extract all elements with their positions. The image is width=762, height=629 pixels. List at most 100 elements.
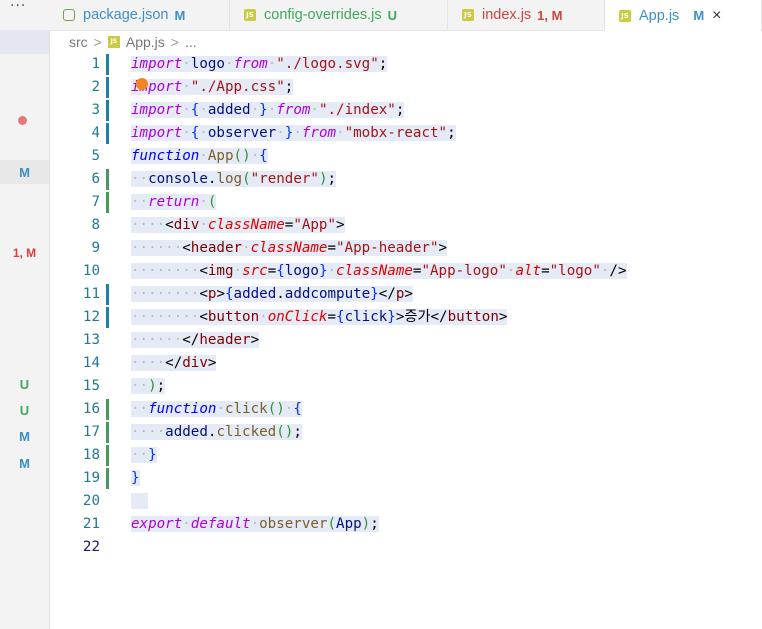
code-line[interactable]: 5 function·App()·{ (49, 145, 762, 168)
diff-marker[interactable] (106, 169, 109, 190)
code-line[interactable]: 13 ······</header> (49, 329, 762, 352)
diff-marker[interactable] (106, 100, 109, 121)
code-line[interactable]: 7 ··return·( (49, 191, 762, 214)
line-number: 11 (82, 286, 100, 302)
code-text: import·"./App.css"; (131, 79, 294, 95)
editor-tab-bar: package.json M JS config-overrides.js U … (49, 0, 762, 31)
code-text: ····<div·className="App"> (131, 217, 345, 233)
js-icon: JS (107, 36, 120, 48)
code-line[interactable]: 11 ········<p>{added.addcompute}</p> (49, 283, 762, 306)
status-modified: M (19, 165, 30, 180)
line-number: 20 (82, 493, 100, 509)
line-number: 8 (91, 217, 100, 233)
code-line[interactable]: 12 ········<button·onClick={click}>증가</bu… (49, 306, 762, 329)
diff-marker[interactable] (106, 284, 109, 305)
node-icon (63, 9, 75, 21)
line-number: 1 (91, 56, 100, 72)
code-line[interactable]: 17 ····added.clicked(); (49, 421, 762, 444)
code-editor[interactable]: 1 import·logo·from·"./logo.svg"; 2 import·"… (49, 53, 762, 629)
diff-marker[interactable] (106, 54, 109, 75)
js-icon: JS (244, 9, 256, 21)
code-text: ····added.clicked(); (131, 424, 302, 440)
code-line[interactable]: 18 ··} (49, 444, 762, 467)
tab-index-js[interactable]: JS index.js 1, M (448, 0, 605, 30)
code-text: function·App()·{ (131, 148, 268, 164)
line-number: 18 (82, 447, 100, 463)
tab-label: package.json (83, 7, 169, 23)
line-number: 17 (82, 424, 100, 440)
diff-marker[interactable] (106, 399, 109, 420)
js-icon: JS (462, 9, 474, 21)
diff-marker[interactable] (106, 192, 109, 213)
status-error: 1, M (12, 246, 37, 260)
tab-status: M (174, 7, 186, 23)
code-text: ······<header·className="App-header"> (131, 240, 448, 256)
code-text: ··return·( (131, 194, 217, 210)
code-text: ··function·click()·{ (131, 401, 302, 417)
diff-marker[interactable] (106, 468, 109, 489)
code-line[interactable]: 3 import·{·added·}·from·"./index"; (49, 99, 762, 122)
selected-row-highlight (0, 30, 49, 54)
tab-label: config-overrides.js (264, 7, 382, 23)
line-number: 3 (91, 102, 100, 118)
lightbulb-icon[interactable] (136, 78, 148, 90)
tab-config-overrides[interactable]: JS config-overrides.js U (230, 0, 448, 30)
code-text: ······</header> (131, 332, 260, 348)
breakpoint-dot-icon[interactable] (18, 116, 27, 125)
more-actions-icon[interactable]: ··· (10, 0, 26, 14)
code-line[interactable]: 14 ····</div> (49, 352, 762, 375)
diff-marker[interactable] (106, 422, 109, 443)
line-number: 4 (91, 125, 100, 141)
chevron-right-icon: > (170, 34, 179, 50)
breadcrumb-file[interactable]: App.js (126, 34, 165, 50)
code-line[interactable]: 21 export·default·observer(App); (49, 513, 762, 536)
code-text: import·logo·from·"./logo.svg"; (131, 56, 388, 72)
tab-status: U (387, 7, 398, 23)
code-text: ········<img·src={logo}·className="App-l… (131, 263, 627, 279)
code-line[interactable]: 6 ··console.log("render"); (49, 168, 762, 191)
line-number: 6 (91, 171, 100, 187)
code-line[interactable]: 16 ··function·click()·{ (49, 398, 762, 421)
code-line[interactable]: 10 ········<img·src={logo}·className="App… (49, 260, 762, 283)
activity-status-strip: ··· M 1, M U U M M (0, 0, 50, 629)
code-text: ··console.log("render"); (131, 171, 337, 187)
breadcrumb: src > JS App.js > ... (69, 33, 197, 51)
diff-marker[interactable] (106, 445, 109, 466)
code-text: } (131, 470, 140, 486)
diff-marker[interactable] (106, 77, 109, 98)
tab-label: App.js (639, 7, 680, 24)
line-number: 15 (82, 378, 100, 394)
code-text: import·{·added·}·from·"./index"; (131, 102, 405, 118)
status-untracked: U (19, 403, 30, 418)
code-line[interactable]: 2 import·"./App.css"; (49, 76, 762, 99)
code-text: ··); (131, 378, 166, 394)
diff-marker[interactable] (106, 123, 109, 144)
code-text: ········<p>{added.addcompute}</p> (131, 286, 413, 302)
tab-package-json[interactable]: package.json M (49, 0, 230, 30)
breadcrumb-folder[interactable]: src (69, 34, 88, 50)
code-text: ····</div> (131, 355, 217, 371)
tab-app-js[interactable]: JS App.js M × (605, 0, 762, 31)
tab-label: index.js (482, 7, 532, 23)
code-line[interactable]: 4 import·{·observer·}·from·"mobx-react"; (49, 122, 762, 145)
js-icon: JS (619, 9, 631, 22)
breadcrumb-symbol[interactable]: ... (185, 34, 197, 50)
code-line[interactable]: 1 import·logo·from·"./logo.svg"; (49, 53, 762, 76)
line-number: 12 (82, 309, 100, 325)
close-icon[interactable]: × (712, 7, 721, 25)
status-untracked: U (19, 377, 30, 392)
line-number: 9 (91, 240, 100, 256)
line-number: 7 (91, 194, 100, 210)
line-number: 19 (82, 470, 100, 486)
line-number: 22 (82, 539, 100, 555)
code-text: ··} (131, 447, 157, 463)
code-line[interactable]: 19} (49, 467, 762, 490)
code-line[interactable]: 15 ··); (49, 375, 762, 398)
diff-marker[interactable] (106, 307, 109, 328)
code-line[interactable]: 8 ····<div·className="App"> (49, 214, 762, 237)
line-number: 16 (82, 401, 100, 417)
code-line[interactable]: 22 (49, 536, 762, 559)
code-text: import·{·observer·}·from·"mobx-react"; (131, 125, 456, 141)
code-line[interactable]: 9 ······<header·className="App-header"> (49, 237, 762, 260)
code-line[interactable]: 20 (49, 490, 762, 513)
